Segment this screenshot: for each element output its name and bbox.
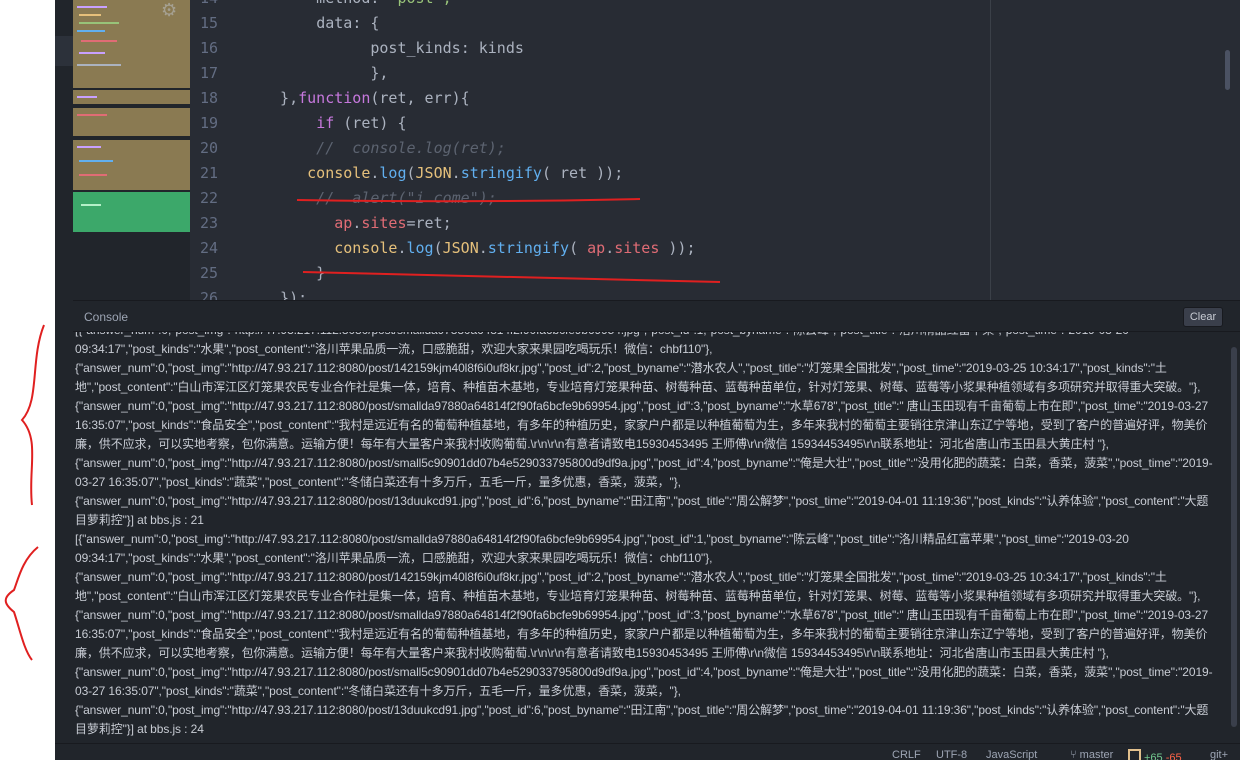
console-header: Console Clear — [73, 301, 1240, 332]
diff-icon — [1128, 749, 1141, 760]
console-title: Console — [84, 310, 129, 324]
console-log-line: 目萝莉控"}] at bbs.js : 24 — [75, 722, 204, 736]
console-log-line: {"answer_num":0,"post_img":"http://47.93… — [75, 361, 1167, 375]
diff-stats[interactable]: +65 -65 — [1128, 749, 1182, 760]
line-ending-indicator[interactable]: CRLF — [892, 749, 921, 760]
console-log-line: [{"answer_num":0,"post_img":"http://47.9… — [75, 332, 1225, 340]
brace-first-log — [20, 324, 45, 506]
line-number: 26 — [199, 289, 218, 300]
wrap-guide — [990, 0, 991, 300]
console-log-line: 03-27 16:35:07","post_kinds":"蔬菜","post_… — [75, 684, 681, 698]
console-log-line: {"answer_num":0,"post_img":"http://47.93… — [75, 570, 1167, 584]
brace-second-log — [4, 546, 39, 661]
console-log-line: 09:34:17","post_kinds":"水果","post_conten… — [75, 342, 713, 356]
code-editor[interactable]: ⚙ 14 15 16 17 18 19 20 21 22 23 24 25 26 method: "po… — [73, 0, 1240, 300]
console-log-line: 地","post_content":"白山市浑江区灯笼果农民专业合作社是集一体，… — [75, 380, 1201, 394]
code-area[interactable]: method: "post", data: { post_kinds: kind… — [262, 0, 1240, 300]
line-number: 24 — [199, 239, 218, 257]
code-line: console.log(JSON.stringify( ap.sites )); — [334, 239, 696, 257]
status-bar: CRLF UTF-8 JavaScript ⑂ master +65 -65 g… — [55, 743, 1240, 760]
line-number: 20 — [199, 139, 218, 157]
console-log-line: 廉，供不应求，可以实地考察，包你满意。运输方便！每年有大量客户来我村收购葡萄.\… — [75, 646, 1109, 660]
console-panel: Console Clear [{"answer_num":0,"post_img… — [73, 300, 1240, 744]
console-log-line: {"answer_num":0,"post_img":"http://47.93… — [75, 608, 1209, 622]
code-line: if (ret) { — [316, 114, 407, 132]
console-log-line: 廉，供不应求，可以实地考察，包你满意。运输方便！每年有大量客户来我村收购葡萄.\… — [75, 437, 1109, 451]
line-number: 25 — [199, 264, 218, 282]
line-number-gutter: 14151617181920212223242526 — [190, 0, 262, 300]
console-log-line: 目萝莉控"}] at bbs.js : 21 — [75, 513, 204, 527]
line-number: 14 — [178, 0, 218, 11]
line-number: 18 — [199, 89, 218, 107]
code-line: // alert("i come"); — [262, 189, 497, 207]
console-log-line: [{"answer_num":0,"post_img":"http://47.9… — [75, 532, 1129, 546]
console-output[interactable]: [{"answer_num":0,"post_img":"http://47.9… — [73, 332, 1228, 744]
console-log-line: {"answer_num":0,"post_img":"http://47.93… — [75, 665, 1213, 679]
console-log-line: 09:34:17","post_kinds":"水果","post_conten… — [75, 551, 713, 565]
code-line: // console.log(ret); — [262, 139, 506, 157]
code-line: post_kinds: kinds — [370, 39, 524, 57]
gear-icon: ⚙ — [161, 0, 178, 20]
code-line: data: { — [316, 14, 380, 32]
console-log-line: 03-27 16:35:07","post_kinds":"蔬菜","post_… — [75, 475, 681, 489]
console-log-line: {"answer_num":0,"post_img":"http://47.93… — [75, 494, 1209, 508]
code-line: method: "post", — [262, 0, 451, 11]
grammar-indicator[interactable]: JavaScript — [986, 749, 1037, 760]
line-number: 15 — [199, 14, 218, 32]
tree-view-strip — [55, 0, 73, 743]
line-number: 21 — [199, 164, 218, 182]
clear-button[interactable]: Clear — [1183, 307, 1223, 327]
minimap[interactable]: ⚙ — [73, 0, 190, 300]
line-number: 22 — [199, 189, 218, 207]
git-branch-icon: ⑂ — [1070, 749, 1077, 760]
git-status[interactable]: git+ — [1210, 749, 1228, 760]
line-number: 23 — [199, 214, 218, 232]
console-log-line: {"answer_num":0,"post_img":"http://47.93… — [75, 456, 1213, 470]
tree-view-selected-item[interactable] — [55, 36, 73, 66]
code-line: }); — [262, 289, 308, 300]
editor-scrollbar[interactable] — [1225, 50, 1230, 90]
console-log-line: 地","post_content":"白山市浑江区灯笼果农民专业合作社是集一体，… — [75, 589, 1201, 603]
console-log-line: 16:35:07","post_kinds":"食品安全","post_cont… — [75, 627, 1208, 641]
line-number: 17 — [199, 64, 218, 82]
line-number: 19 — [199, 114, 218, 132]
code-line: ap.sites=ret; — [334, 214, 452, 232]
console-log-line: {"answer_num":0,"post_img":"http://47.93… — [75, 399, 1209, 413]
console-scrollbar[interactable] — [1228, 332, 1240, 744]
code-line: },function(ret, err){ — [262, 89, 470, 107]
encoding-indicator[interactable]: UTF-8 — [936, 749, 967, 760]
git-branch[interactable]: ⑂ master — [1070, 749, 1113, 760]
line-number: 16 — [199, 39, 218, 57]
code-line: }, — [262, 64, 389, 82]
console-log-line: {"answer_num":0,"post_img":"http://47.93… — [75, 703, 1209, 717]
git-branch-label: master — [1079, 749, 1114, 760]
code-line: } — [262, 264, 326, 282]
console-log-line: 16:35:07","post_kinds":"食品安全","post_cont… — [75, 418, 1208, 432]
code-line: console.log(JSON.stringify( ret )); — [307, 164, 624, 182]
